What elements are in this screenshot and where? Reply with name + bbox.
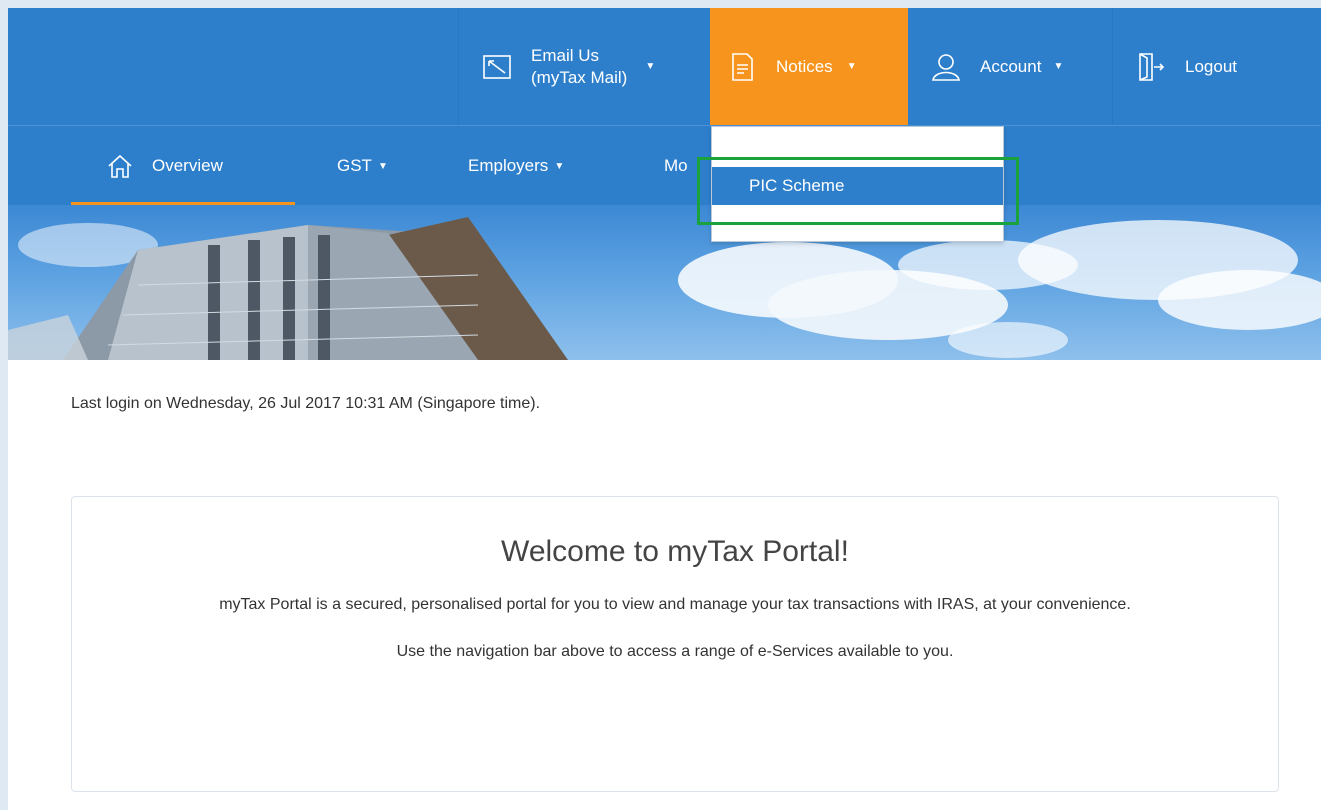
hero-banner [8, 205, 1321, 360]
nav-overview-label: Overview [152, 156, 223, 175]
main-nav: Overview GST ▼ Employers ▼ Mo [8, 125, 1321, 206]
notices-menu-button[interactable]: Notices ▼ [710, 8, 908, 125]
notices-label: Notices [776, 56, 833, 76]
email-us-line2: (myTax Mail) [531, 67, 628, 87]
document-icon [726, 51, 758, 83]
logout-button[interactable]: Logout [1112, 8, 1321, 125]
banner-illustration [8, 217, 1321, 360]
mail-icon [481, 51, 513, 83]
nav-more[interactable]: Mo [664, 126, 688, 206]
user-icon [930, 51, 962, 83]
account-menu-button[interactable]: Account ▼ [908, 8, 1112, 125]
logout-label: Logout [1185, 56, 1237, 76]
logout-icon [1135, 51, 1167, 83]
nav-gst[interactable]: GST ▼ [337, 126, 388, 206]
nav-employers-label: Employers [468, 156, 549, 175]
chevron-down-icon: ▼ [645, 61, 656, 72]
chevron-down-icon: ▼ [554, 160, 565, 172]
last-login-text: Last login on Wednesday, 26 Jul 2017 10:… [71, 395, 541, 412]
welcome-hint: Use the navigation bar above to access a… [396, 643, 954, 660]
account-label: Account [980, 56, 1042, 76]
email-us-button[interactable]: Email Us (myTax Mail) ▼ [458, 8, 710, 125]
nav-gst-label: GST [337, 156, 372, 175]
chevron-down-icon: ▼ [1053, 61, 1064, 72]
welcome-title: Welcome to myTax Portal! [501, 535, 849, 568]
welcome-panel: Welcome to myTax Portal! myTax Portal is… [71, 496, 1279, 792]
home-icon [106, 152, 134, 180]
nav-overview[interactable]: Overview [106, 126, 223, 206]
highlight-annotation [697, 157, 1019, 225]
nav-more-label: Mo [664, 156, 688, 175]
top-bar: Email Us (myTax Mail) ▼ Notices ▼ Accoun… [8, 8, 1321, 125]
email-us-label: Email Us (myTax Mail) [531, 45, 627, 89]
chevron-down-icon: ▼ [377, 160, 388, 172]
welcome-description: myTax Portal is a secured, personalised … [219, 596, 1131, 613]
chevron-down-icon: ▼ [846, 61, 857, 72]
nav-employers[interactable]: Employers ▼ [468, 126, 564, 206]
email-us-line1: Email Us [531, 45, 600, 65]
